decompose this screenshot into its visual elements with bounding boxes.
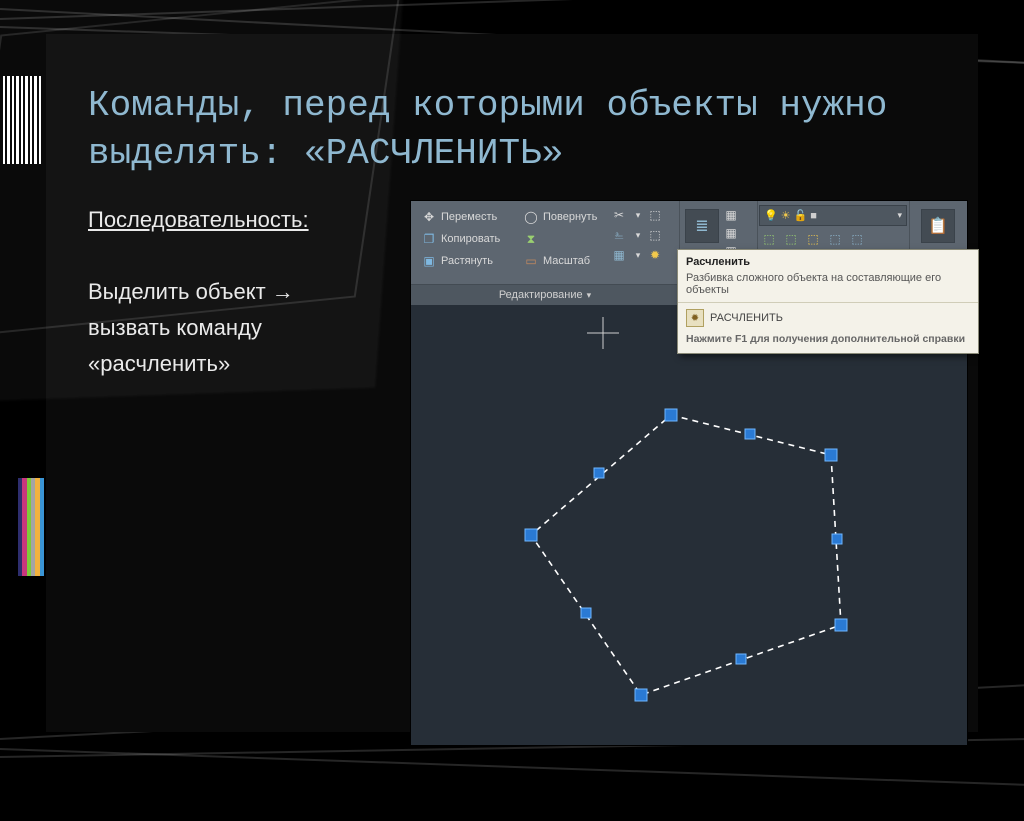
layer-tool-1[interactable]: ⬚: [761, 231, 777, 247]
step-line-1: Выделить объект →: [88, 274, 408, 310]
accent-swatches: [18, 478, 44, 576]
tool-icon-2[interactable]: ⎁: [611, 227, 627, 243]
tool-icon-b[interactable]: ⬚: [647, 227, 663, 243]
trim-icon[interactable]: ✂: [611, 207, 627, 223]
explode-icon: ✹: [686, 309, 704, 327]
mirror-icon: ⧗: [523, 231, 539, 247]
panel-edit: ✥ Переместь ❐ Копировать ▣ Растянуть ◯: [411, 201, 680, 305]
prop-icon-2[interactable]: ▦: [723, 225, 739, 241]
rotate-icon: ◯: [523, 209, 539, 225]
tooltip-title: Расчленить: [678, 250, 978, 270]
rotate-button[interactable]: ◯ Повернуть: [519, 207, 601, 227]
tooltip-footer: Нажмите F1 для получения дополнительной …: [678, 329, 978, 353]
layer-selector[interactable]: 💡 ☀ 🔓 ■ ▾: [759, 205, 907, 226]
stretch-button[interactable]: ▣ Растянуть: [417, 251, 504, 271]
move-icon: ✥: [421, 209, 437, 225]
scale-button[interactable]: ▭ Масштаб: [519, 251, 601, 271]
tooltip-command-row: ✹ РАСЧЛЕНИТЬ: [678, 303, 978, 329]
subtitle: Последовательность:: [88, 202, 408, 238]
frame-right: [978, 34, 1024, 732]
array-icon[interactable]: ▦: [611, 247, 627, 263]
swatch-icon: ■: [810, 210, 817, 222]
slide-title: Команды, перед которыми объекты нужно вы…: [88, 82, 948, 178]
dropdown-icon[interactable]: ▾: [630, 207, 646, 223]
dropdown-icon[interactable]: ▾: [630, 227, 646, 243]
step-line-2: вызвать команду: [88, 310, 408, 346]
slide-body: Последовательность: Выделить объект → вы…: [88, 202, 408, 382]
layer-tool-2[interactable]: ⬚: [783, 231, 799, 247]
pentagon-selection: [411, 305, 967, 745]
move-label: Переместь: [441, 211, 497, 223]
tool-icon-a[interactable]: ⬚: [647, 207, 663, 223]
paste-big-button[interactable]: 📋: [921, 209, 955, 243]
stretch-label: Растянуть: [441, 255, 493, 267]
layer-tool-5[interactable]: ⬚: [849, 231, 865, 247]
step-line-3: «расчленить»: [88, 346, 408, 382]
layers-stack-icon: ≣: [695, 216, 708, 236]
copy-button[interactable]: ❐ Копировать: [417, 229, 504, 249]
step1-text: Выделить объект: [88, 279, 272, 304]
tooltip: Расчленить Разбивка сложного объекта на …: [677, 249, 979, 354]
prop-icon-1[interactable]: ▦: [723, 207, 739, 223]
slide: Команды, перед которыми объекты нужно вы…: [46, 34, 978, 732]
cad-screenshot: ✥ Переместь ❐ Копировать ▣ Растянуть ◯: [410, 200, 968, 746]
layers-big-icon[interactable]: ≣: [685, 209, 719, 243]
mirror-button[interactable]: ⧗: [519, 229, 601, 249]
move-button[interactable]: ✥ Переместь: [417, 207, 504, 227]
panel-edit-title[interactable]: Редактирование ▾: [411, 284, 679, 305]
stretch-icon: ▣: [421, 253, 437, 269]
arrow-icon: →: [272, 279, 294, 304]
tooltip-command: РАСЧЛЕНИТЬ: [710, 312, 783, 324]
panel-edit-label: Редактирование: [499, 289, 583, 301]
scale-icon: ▭: [523, 253, 539, 269]
explode-icon[interactable]: ✹: [647, 247, 663, 263]
chevron-down-icon: ▾: [587, 290, 592, 300]
paste-icon: 📋: [928, 216, 948, 236]
tooltip-description: Разбивка сложного объекта на составляющи…: [678, 270, 978, 303]
dropdown-icon: ▾: [897, 210, 902, 221]
copy-label: Копировать: [441, 233, 500, 245]
dropdown-icon[interactable]: ▾: [630, 247, 646, 263]
bulb-icon: 💡: [764, 209, 778, 222]
lock-icon: 🔓: [794, 209, 808, 222]
sun-icon: ☀: [781, 209, 791, 222]
scale-label: Масштаб: [543, 255, 590, 267]
rotate-label: Повернуть: [543, 211, 597, 223]
layer-tool-4[interactable]: ⬚: [827, 231, 843, 247]
drawing-area[interactable]: [411, 305, 967, 745]
copy-icon: ❐: [421, 231, 437, 247]
layer-tool-3[interactable]: ⬚: [805, 231, 821, 247]
